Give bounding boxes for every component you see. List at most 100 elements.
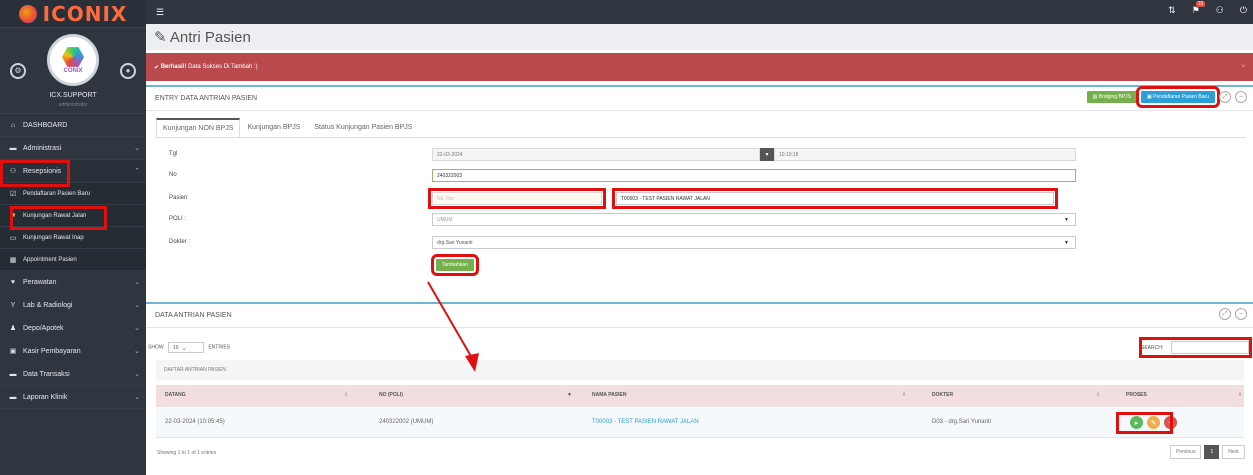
poli-select[interactable]: UMUM ▼ [432, 213, 1076, 226]
tab-kunjungan-bpjs[interactable]: Kunjungan BPJS [240, 118, 307, 138]
sidebar-item-label: Pendaftaran Pasien Baru [23, 190, 91, 197]
sidebar-item-pendaftaran-pasien-baru[interactable]: ☑ Pendaftaran Pasien Baru [0, 183, 146, 205]
process-next-icon[interactable]: ▸ [1130, 416, 1143, 429]
sidebar-item-kunjungan-rawat-inap[interactable]: ▭ Kunjungan Rawat Inap [0, 227, 146, 249]
sort-icon[interactable]: ⇅ [1168, 5, 1176, 16]
sidebar-item-perawatan[interactable]: ♥ Perawatan ⌄ [0, 271, 146, 294]
card-icon: ▬ [9, 144, 17, 152]
sidebar-item-kunjungan-rawat-jalan[interactable]: ■ Kunjungan Rawat Jalan [0, 205, 146, 227]
calendar-icon[interactable]: ▾ [760, 148, 774, 161]
length-select[interactable]: 10 ⌄ [167, 342, 204, 353]
chevron-down-icon: ⌄ [134, 325, 140, 332]
sidebar-item-label: Perawatan [23, 278, 57, 286]
profile: ⚙ CONIX ● ICX.SUPPORT administrator [0, 28, 146, 114]
sidebar-item-kasir-pembayaran[interactable]: ▣ Kasir Pembayaran ⌄ [0, 340, 146, 363]
col-proses[interactable]: PROSES [1126, 392, 1147, 398]
show-label: SHOW [148, 344, 164, 351]
user-name: ICX.SUPPORT [49, 92, 97, 99]
id-card-icon: ▣ [1147, 94, 1152, 100]
cell-dokter: D03 - drg.Sari Yunanti [932, 419, 991, 425]
sort-icon[interactable]: ⇕ [344, 392, 348, 398]
data-panel-header: DATA ANTRIAN PASIEN ⤢ – [146, 304, 1253, 328]
col-no-poli[interactable]: NO (POLI) [379, 392, 403, 398]
calendar-icon: ▦ [9, 256, 17, 264]
pendaftaran-pasien-baru-button[interactable]: ▣ Pendaftaran Pasien Baru [1136, 86, 1220, 108]
page-title-text: Antri Pasien [169, 29, 251, 46]
page-title: ✎ Antri Pasien [154, 28, 251, 46]
alert-message: Data Sukses Di Tambah :) [188, 64, 258, 70]
tab-kunjungan-non-bpjs[interactable]: Kunjungan NON BPJS [156, 118, 241, 138]
chevron-down-icon: ⌄ [134, 348, 140, 355]
search-input[interactable] [1171, 341, 1249, 354]
filter-icon: Y [10, 301, 16, 309]
sidebar-item-label: Resepsionis [23, 167, 62, 175]
check-icon: ☑ [9, 190, 17, 198]
collapse-icon[interactable]: – [1235, 308, 1247, 320]
users-icon[interactable]: ⚇ [1216, 5, 1224, 16]
no-input[interactable]: 240322003 [432, 169, 1076, 182]
time-input[interactable]: 10:10:18 [774, 148, 1076, 161]
avatar: CONIX [47, 34, 99, 86]
sidebar-item-resepsionis[interactable]: ⚇ Resepsionis ⌃ [0, 160, 146, 183]
people-icon: ⚇ [9, 168, 17, 175]
entry-panel: ENTRY DATA ANTRIAN PASIEN ▤ Bridging BPJ… [146, 85, 1253, 281]
sidebar-item-lab-radiologi[interactable]: Y Lab & Radiologi ⌄ [0, 294, 146, 317]
sidebar-item-label: Administrasi [23, 144, 62, 152]
notification-icon[interactable]: ⚑ 15 [1192, 1, 1206, 16]
col-dokter[interactable]: DOKTER [932, 392, 953, 398]
chat-icon[interactable]: ● [120, 62, 136, 79]
bridging-bpjs-button[interactable]: ▤ Bridging BPJS [1086, 91, 1137, 103]
collapse-icon[interactable]: – [1235, 91, 1247, 103]
sidebar-item-dashboard[interactable]: ⌂ DASHBOARD [0, 114, 146, 137]
tab-status-kunjungan-bpjs[interactable]: Status Kunjungan Pasien BPJS [307, 118, 419, 138]
page-1-button[interactable]: 1 [1204, 445, 1220, 459]
expand-icon[interactable]: ⤢ [1219, 308, 1231, 320]
poli-value: UMUM [437, 216, 453, 223]
length-value: 10 [172, 344, 179, 351]
menu-toggle-icon[interactable]: ☰ [156, 7, 164, 18]
cell-nama-pasien[interactable]: T00003 - TEST PASIEN RAWAT JALAN [592, 419, 699, 425]
sort-desc-icon[interactable]: ▼ [567, 392, 572, 398]
table-caption: DAFTAR ANTRIAN PASIEN [156, 360, 1244, 380]
dokter-select[interactable]: drg.Sari Yunanti ▼ [432, 236, 1076, 249]
chevron-down-icon: ⌄ [181, 344, 188, 352]
row-pasien: Pasien No. Rm T00003 - TEST PASIEN RAWAT… [169, 188, 1239, 209]
sidebar-item-administrasi[interactable]: ▬ Administrasi ⌄ [0, 137, 146, 160]
expand-icon[interactable]: ⤢ [1219, 91, 1231, 103]
alert-close-button[interactable]: × [1241, 64, 1245, 70]
tambahkan-button[interactable]: Tambahkan [431, 254, 479, 276]
col-datang[interactable]: DATANG [165, 392, 186, 398]
sort-icon[interactable]: ⇕ [1238, 392, 1242, 398]
pendaftaran-pasien-baru-label: Pendaftaran Pasien Baru [1153, 94, 1209, 100]
sidebar-item-appointment-pasien[interactable]: ▦ Appointment Pasien [0, 249, 146, 271]
delete-icon[interactable]: – [1164, 416, 1177, 429]
col-nama-pasien[interactable]: NAMA PASIEN [592, 392, 626, 398]
cell-datang: 22-03-2024 (10:05:45) [165, 419, 225, 425]
settings-toggle-icon[interactable]: ⚙ [10, 62, 26, 79]
sidebar-item-depo-apotek[interactable]: ♟ Depo/Apotek ⌄ [0, 317, 146, 340]
sidebar-item-data-transaksi[interactable]: ▬ Data Transaksi ⌄ [0, 363, 146, 386]
sort-icon[interactable]: ⇕ [1096, 392, 1100, 398]
sidebar: ICONIX ⚙ CONIX ● ICX.SUPPORT administrat… [0, 0, 146, 475]
pasien-label: Pasien [169, 195, 188, 201]
money-icon: ▣ [9, 348, 17, 355]
pasien-input[interactable]: T00003 - TEST PASIEN RAWAT JALAN [612, 188, 1058, 209]
sidebar-item-laporan-klinik[interactable]: ▬ Laporan Klinik ⌄ [0, 386, 146, 409]
tgl-input[interactable]: 22-03-2024 [432, 148, 760, 161]
caret-down-icon: ▼ [1064, 240, 1069, 246]
pagination: Previous 1 Next [1170, 445, 1245, 459]
next-button[interactable]: Next [1222, 445, 1245, 459]
power-icon[interactable]: ⏻ [1240, 5, 1247, 16]
search-label: SEARCH: [1141, 345, 1164, 351]
title-bar [146, 24, 1253, 50]
prev-button[interactable]: Previous [1170, 445, 1202, 459]
chevron-down-icon: ⌄ [134, 302, 140, 309]
sidebar-item-label: Depo/Apotek [23, 324, 64, 332]
logo-text: ICONIX [42, 1, 128, 26]
sort-icon[interactable]: ⇕ [902, 392, 906, 398]
no-rm-input[interactable]: No. Rm [428, 188, 606, 209]
logo-bar: ICONIX [0, 0, 146, 28]
home-icon: ⌂ [10, 121, 16, 129]
edit-icon[interactable]: ✎ [1147, 416, 1160, 429]
top-icons: ⇅ ⚑ 15 ⚇ ⏻ [1168, 1, 1247, 16]
